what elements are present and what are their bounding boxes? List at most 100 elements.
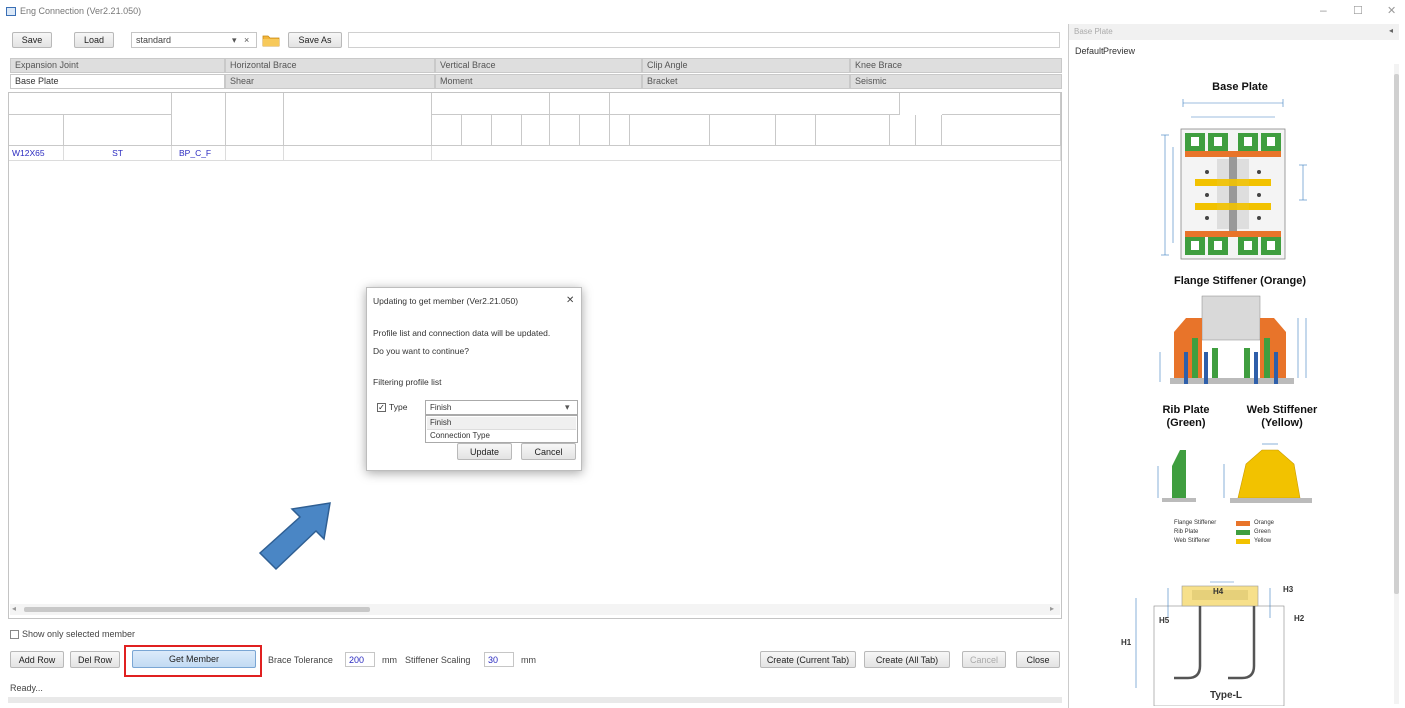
clear-icon[interactable]: × [244,35,249,45]
legend-swatch [1236,521,1250,526]
right-scroll-thumb[interactable] [1394,74,1399,594]
cell-column-post[interactable]: W12X65 [9,146,64,161]
add-row-button[interactable]: Add Row [10,651,64,668]
dropdown-option-connection-type[interactable]: Connection Type [427,429,576,441]
tab-horizontal-brace[interactable]: Horizontal Brace [225,58,435,73]
cell-section-type[interactable]: ST [64,146,172,161]
fig4-label-h4: H4 [1213,587,1224,596]
header-dwg-no[interactable] [284,93,432,146]
stiffener-scaling-input[interactable]: 30 [484,652,514,667]
tab-default[interactable]: Default [1075,46,1104,56]
flange-stiffener-figure [1159,295,1307,384]
header-qty[interactable] [776,115,816,146]
tab-base-plate[interactable]: Base Plate [10,74,225,89]
type-select[interactable]: Finish ▾ [425,400,578,415]
chevron-down-icon[interactable]: ▾ [565,402,570,413]
minimize-icon[interactable]: – [1320,3,1327,17]
tab-vertical-brace[interactable]: Vertical Brace [435,58,642,73]
dialog-title: Updating to get member (Ver2.21.050) [373,296,519,306]
scroll-right-icon[interactable]: ▸ [1050,604,1054,613]
cell-id[interactable] [226,146,284,161]
header-c2[interactable] [890,115,916,146]
cell-rest[interactable] [432,146,1061,161]
tab-shear[interactable]: Shear [225,74,435,89]
dialog-update-button[interactable]: Update [457,443,512,460]
folder-icon[interactable] [262,33,280,47]
tab-moment[interactable]: Moment [435,74,642,89]
header-d2[interactable] [916,115,942,146]
pin-icon[interactable]: ◂ [1389,26,1393,35]
create-all-tab-button[interactable]: Create (All Tab) [864,651,950,668]
scroll-left-icon[interactable]: ◂ [12,604,16,613]
legend-label: Web Stiffener [1174,538,1211,544]
fig-web-stiffener-title: Web Stiffener (Yellow) [1232,404,1332,430]
tab-preview[interactable]: Preview [1103,46,1135,56]
app-icon [6,7,16,16]
dropdown-option-finish[interactable]: Finish [427,417,576,429]
header-anchor-bolt-size[interactable] [630,115,710,146]
del-row-button[interactable]: Del Row [70,651,120,668]
create-current-tab-button[interactable]: Create (Current Tab) [760,651,856,668]
type-select-value: Finish [430,403,452,412]
cell-code[interactable]: BP_C_F [172,146,226,161]
get-member-button[interactable]: Get Member [132,650,256,668]
status-bar [8,697,1062,703]
tab-seismic[interactable]: Seismic [850,74,1062,89]
header-spacer [550,93,610,115]
show-selected-label: Show only selected member [22,629,136,639]
preset-combo[interactable]: standard ▾ × [131,32,257,48]
type-checkbox[interactable]: ✓ [377,403,386,412]
legend-swatch [1236,530,1250,535]
tab-knee-brace[interactable]: Knee Brace [850,58,1062,73]
header-d[interactable] [580,115,610,146]
header-profile[interactable] [9,93,172,115]
header-bolt-hole-flange[interactable] [610,93,900,115]
header-anchor-bolt-size-2[interactable] [942,115,1061,146]
brace-tolerance-input[interactable]: 200 [345,652,375,667]
header-section-type[interactable] [64,115,172,146]
chevron-down-icon[interactable]: ▾ [232,35,237,46]
tab-clip-angle[interactable]: Clip Angle [642,58,850,73]
right-panel-scrollbar[interactable] [1394,64,1399,704]
header-th[interactable] [492,115,522,146]
legend-color-name: Green [1254,529,1271,535]
header-b[interactable] [462,115,492,146]
show-selected-checkbox[interactable] [10,630,19,639]
dialog-message-line1: Profile list and connection data will be… [373,328,551,338]
header-code[interactable] [172,93,226,146]
header-proj-len[interactable] [816,115,890,146]
header-a[interactable] [432,115,462,146]
arrow-annotation-icon [258,502,331,571]
dialog-close-icon[interactable]: ✕ [566,295,574,306]
close-button[interactable]: Close [1016,651,1060,668]
close-icon[interactable]: ✕ [1387,4,1396,17]
header-column-post[interactable] [9,115,64,146]
rib-plate-title-line2: (Green) [1166,417,1206,429]
horizontal-scrollbar[interactable]: ◂ ▸ [10,604,1060,615]
tab-bracket[interactable]: Bracket [642,74,850,89]
scroll-thumb[interactable] [24,607,370,612]
right-panel-title: Base Plate [1074,27,1113,36]
header-base-plate[interactable] [432,93,550,115]
cell-dwg-no[interactable] [284,146,432,161]
toolbar-path-field[interactable] [348,32,1060,48]
fig-flange-stiffener-title: Flange Stiffener (Orange) [1173,275,1307,287]
header-id[interactable] [226,93,284,146]
cancel-button[interactable]: Cancel [962,651,1006,668]
status-text: Ready... [10,683,43,693]
maximize-icon[interactable]: ☐ [1353,4,1363,17]
header-bolt-hole-dia[interactable] [710,115,776,146]
dialog-cancel-button[interactable]: Cancel [521,443,576,460]
type-dropdown-list[interactable]: Finish Connection Type [425,415,578,443]
header-c[interactable] [550,115,580,146]
base-plate-figure [1161,99,1307,260]
save-as-button[interactable]: Save As [288,32,342,48]
header-bolt-hole-cut[interactable] [942,93,1061,115]
legend-color-name: Yellow [1254,538,1272,544]
update-dialog: Updating to get member (Ver2.21.050) ✕ P… [366,287,582,471]
window-title: Eng Connection (Ver2.21.050) [20,6,142,16]
tab-expansion-joint[interactable]: Expansion Joint [10,58,225,73]
fig-rib-plate-title: Rib Plate (Green) [1150,404,1222,430]
save-button[interactable]: Save [12,32,52,48]
load-button[interactable]: Load [74,32,114,48]
